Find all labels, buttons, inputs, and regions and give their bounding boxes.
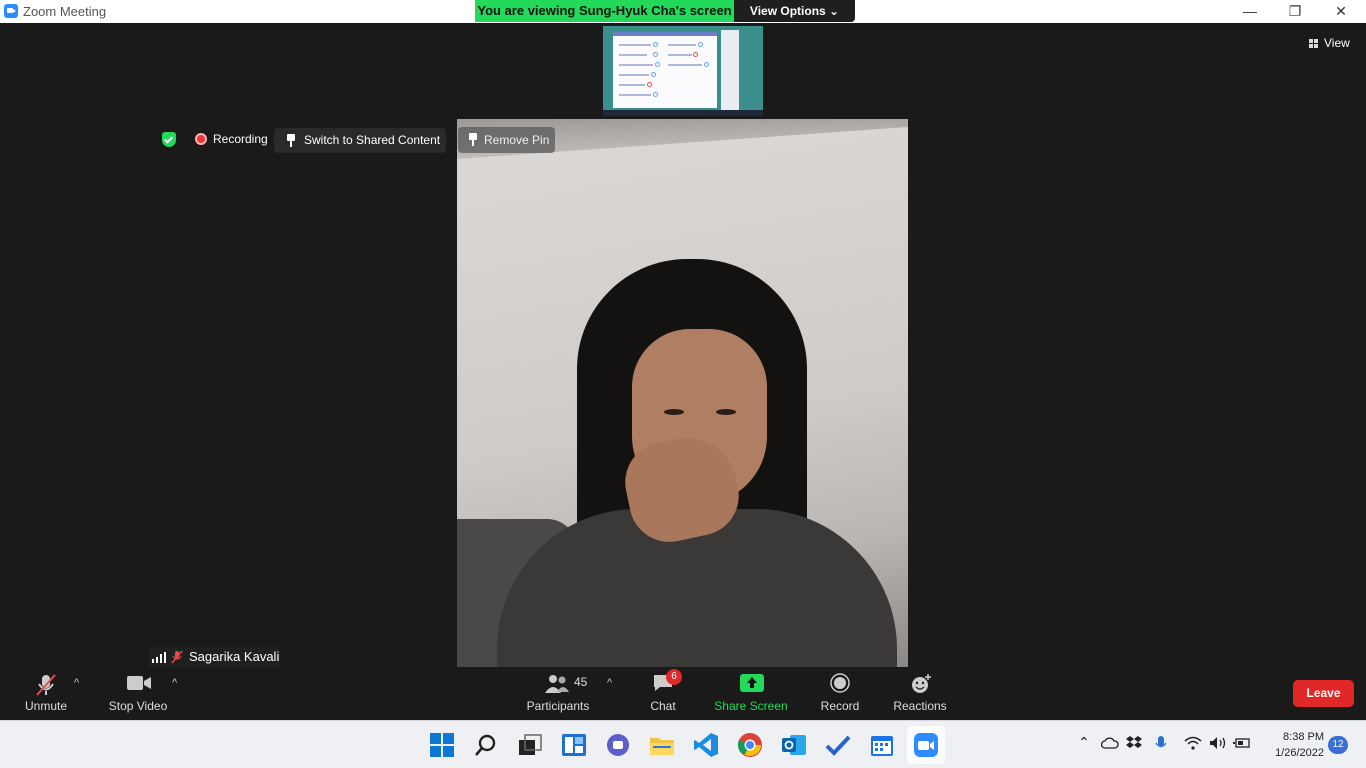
participant-name: Sagarika Kavali	[189, 649, 280, 664]
notification-badge[interactable]: 12	[1328, 736, 1348, 754]
view-layout-button[interactable]: View	[1300, 32, 1360, 54]
participant-name-tag: Sagarika Kavali	[149, 647, 280, 667]
record-label: Record	[820, 699, 860, 713]
chat-unread-badge: 6	[666, 669, 682, 685]
dropbox-icon[interactable]	[1126, 735, 1142, 751]
unmute-button[interactable]: Unmute	[14, 667, 78, 720]
share-screen-label: Share Screen	[714, 699, 788, 713]
zoom-icon[interactable]	[913, 732, 939, 758]
file-explorer-icon[interactable]	[649, 732, 675, 758]
video-camera-icon	[127, 676, 151, 690]
zoom-app-icon	[4, 4, 18, 18]
participants-button[interactable]: 45 Participants	[522, 667, 594, 720]
tray-overflow-icon[interactable]: ⌃	[1078, 734, 1090, 751]
muted-mic-icon	[171, 650, 183, 664]
participants-icon	[545, 675, 569, 693]
stop-video-button[interactable]: Stop Video	[104, 667, 172, 720]
grid-icon	[1309, 39, 1318, 48]
muted-mic-icon	[36, 674, 56, 696]
windows-taskbar: ⌃ 8:38 PM 1/26/2022 12	[0, 720, 1366, 768]
video-options-caret[interactable]: ^	[172, 677, 177, 689]
todo-icon[interactable]	[825, 732, 851, 758]
signal-strength-icon	[152, 652, 166, 663]
teams-chat-icon[interactable]	[605, 732, 631, 758]
vscode-icon[interactable]	[693, 732, 719, 758]
stop-video-label: Stop Video	[108, 699, 168, 713]
clock-date: 1/26/2022	[1275, 747, 1324, 759]
onedrive-icon[interactable]	[1101, 737, 1119, 749]
record-icon	[830, 673, 850, 693]
volume-icon[interactable]	[1209, 736, 1227, 750]
participant-video[interactable]	[457, 119, 908, 667]
battery-icon[interactable]	[1233, 737, 1251, 749]
close-button[interactable]: ✕	[1318, 0, 1364, 23]
window-title: Zoom Meeting	[23, 4, 107, 19]
recording-label: Recording	[213, 132, 268, 146]
participants-count: 45	[574, 675, 588, 689]
chrome-icon[interactable]	[737, 732, 763, 758]
microphone-icon[interactable]	[1155, 735, 1167, 752]
reactions-icon	[912, 674, 931, 693]
pin-icon	[468, 133, 478, 146]
remove-pin-label: Remove Pin	[484, 133, 550, 147]
record-button[interactable]: Record	[814, 667, 866, 720]
view-options-button[interactable]: View Options ⌄	[734, 0, 855, 22]
encryption-shield-icon[interactable]	[162, 132, 176, 147]
unmute-label: Unmute	[24, 699, 68, 713]
outlook-icon[interactable]	[781, 732, 807, 758]
reactions-label: Reactions	[893, 699, 947, 713]
meeting-toolbar: Unmute ^ Stop Video ^ 45 Participants ^ …	[0, 667, 1366, 720]
wifi-icon[interactable]	[1184, 736, 1202, 750]
recording-icon	[195, 133, 207, 145]
leave-button[interactable]: Leave	[1293, 680, 1354, 707]
shared-document-preview	[613, 32, 717, 108]
participants-label: Participants	[526, 699, 590, 713]
remove-pin-button[interactable]: Remove Pin	[458, 127, 555, 153]
windows-start-icon[interactable]	[429, 732, 455, 758]
widgets-icon[interactable]	[561, 732, 587, 758]
share-screen-icon	[740, 674, 764, 692]
calendar-icon[interactable]	[869, 732, 895, 758]
clock-time: 8:38 PM	[1283, 731, 1324, 743]
switch-to-shared-content-button[interactable]: Switch to Shared Content	[274, 128, 446, 153]
pin-icon	[286, 134, 296, 147]
restore-button[interactable]: ❐	[1272, 0, 1318, 23]
shared-screen-thumbnail[interactable]	[603, 26, 763, 116]
task-view-icon[interactable]	[517, 732, 543, 758]
viewing-screen-banner: You are viewing Sung-Hyuk Cha's screen	[475, 0, 734, 22]
search-icon[interactable]	[473, 732, 499, 758]
switch-label: Switch to Shared Content	[304, 133, 441, 147]
reactions-button[interactable]: Reactions	[890, 667, 950, 720]
system-clock[interactable]: 8:38 PM 1/26/2022	[1254, 729, 1324, 761]
minimize-button[interactable]: —	[1227, 0, 1273, 23]
share-screen-button[interactable]: Share Screen	[712, 667, 790, 720]
audio-options-caret[interactable]: ^	[74, 677, 79, 689]
participants-options-caret[interactable]: ^	[607, 677, 612, 689]
chat-label: Chat	[650, 699, 676, 713]
view-label: View	[1324, 36, 1350, 50]
